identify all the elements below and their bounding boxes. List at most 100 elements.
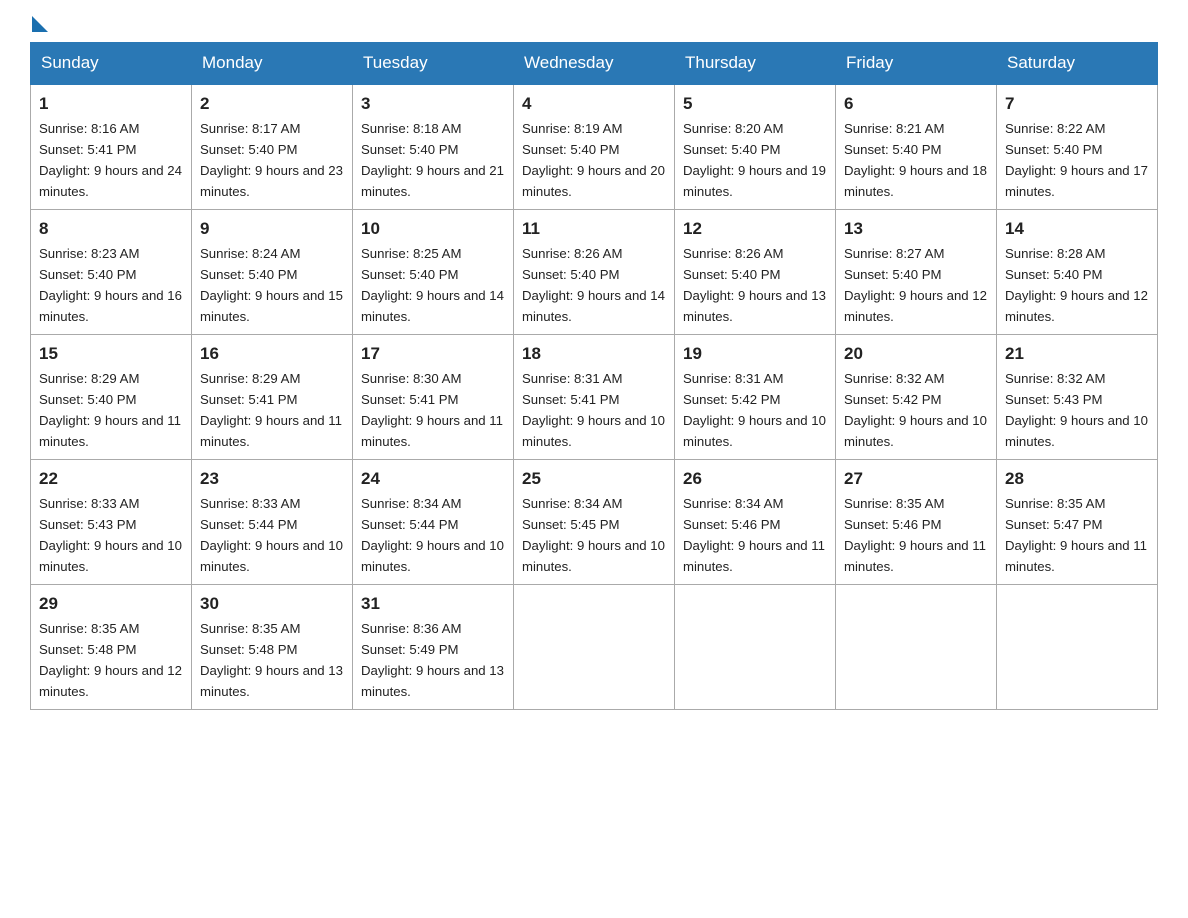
day-info: Sunrise: 8:33 AMSunset: 5:44 PMDaylight:… [200,496,343,574]
day-info: Sunrise: 8:32 AMSunset: 5:42 PMDaylight:… [844,371,987,449]
day-info: Sunrise: 8:19 AMSunset: 5:40 PMDaylight:… [522,121,665,199]
weekday-header-saturday: Saturday [997,43,1158,85]
day-info: Sunrise: 8:20 AMSunset: 5:40 PMDaylight:… [683,121,826,199]
day-number: 14 [1005,216,1149,242]
calendar-week-row-4: 22 Sunrise: 8:33 AMSunset: 5:43 PMDaylig… [31,460,1158,585]
calendar-cell: 27 Sunrise: 8:35 AMSunset: 5:46 PMDaylig… [836,460,997,585]
day-info: Sunrise: 8:35 AMSunset: 5:47 PMDaylight:… [1005,496,1147,574]
calendar-cell: 17 Sunrise: 8:30 AMSunset: 5:41 PMDaylig… [353,335,514,460]
calendar-week-row-2: 8 Sunrise: 8:23 AMSunset: 5:40 PMDayligh… [31,210,1158,335]
day-info: Sunrise: 8:34 AMSunset: 5:44 PMDaylight:… [361,496,504,574]
calendar-cell: 21 Sunrise: 8:32 AMSunset: 5:43 PMDaylig… [997,335,1158,460]
day-info: Sunrise: 8:16 AMSunset: 5:41 PMDaylight:… [39,121,182,199]
day-info: Sunrise: 8:34 AMSunset: 5:46 PMDaylight:… [683,496,825,574]
weekday-header-row: SundayMondayTuesdayWednesdayThursdayFrid… [31,43,1158,85]
calendar-cell: 20 Sunrise: 8:32 AMSunset: 5:42 PMDaylig… [836,335,997,460]
day-number: 29 [39,591,183,617]
calendar-cell: 14 Sunrise: 8:28 AMSunset: 5:40 PMDaylig… [997,210,1158,335]
calendar-cell: 29 Sunrise: 8:35 AMSunset: 5:48 PMDaylig… [31,585,192,710]
calendar-cell: 10 Sunrise: 8:25 AMSunset: 5:40 PMDaylig… [353,210,514,335]
day-number: 4 [522,91,666,117]
day-number: 6 [844,91,988,117]
day-number: 20 [844,341,988,367]
calendar-cell: 19 Sunrise: 8:31 AMSunset: 5:42 PMDaylig… [675,335,836,460]
calendar-cell: 16 Sunrise: 8:29 AMSunset: 5:41 PMDaylig… [192,335,353,460]
day-info: Sunrise: 8:29 AMSunset: 5:40 PMDaylight:… [39,371,181,449]
day-number: 27 [844,466,988,492]
calendar-week-row-5: 29 Sunrise: 8:35 AMSunset: 5:48 PMDaylig… [31,585,1158,710]
weekday-header-friday: Friday [836,43,997,85]
calendar-cell: 7 Sunrise: 8:22 AMSunset: 5:40 PMDayligh… [997,84,1158,210]
calendar-cell: 4 Sunrise: 8:19 AMSunset: 5:40 PMDayligh… [514,84,675,210]
calendar-cell: 8 Sunrise: 8:23 AMSunset: 5:40 PMDayligh… [31,210,192,335]
day-info: Sunrise: 8:28 AMSunset: 5:40 PMDaylight:… [1005,246,1148,324]
day-info: Sunrise: 8:23 AMSunset: 5:40 PMDaylight:… [39,246,182,324]
calendar-cell: 1 Sunrise: 8:16 AMSunset: 5:41 PMDayligh… [31,84,192,210]
day-number: 18 [522,341,666,367]
calendar-cell: 11 Sunrise: 8:26 AMSunset: 5:40 PMDaylig… [514,210,675,335]
day-number: 1 [39,91,183,117]
calendar-cell: 2 Sunrise: 8:17 AMSunset: 5:40 PMDayligh… [192,84,353,210]
day-info: Sunrise: 8:32 AMSunset: 5:43 PMDaylight:… [1005,371,1148,449]
calendar-cell: 25 Sunrise: 8:34 AMSunset: 5:45 PMDaylig… [514,460,675,585]
calendar-cell [836,585,997,710]
day-number: 31 [361,591,505,617]
calendar-cell [514,585,675,710]
day-number: 17 [361,341,505,367]
calendar-cell [675,585,836,710]
weekday-header-sunday: Sunday [31,43,192,85]
calendar-cell: 28 Sunrise: 8:35 AMSunset: 5:47 PMDaylig… [997,460,1158,585]
day-info: Sunrise: 8:26 AMSunset: 5:40 PMDaylight:… [683,246,826,324]
day-number: 30 [200,591,344,617]
logo [30,20,48,32]
weekday-header-wednesday: Wednesday [514,43,675,85]
day-number: 11 [522,216,666,242]
day-info: Sunrise: 8:35 AMSunset: 5:46 PMDaylight:… [844,496,986,574]
day-info: Sunrise: 8:22 AMSunset: 5:40 PMDaylight:… [1005,121,1148,199]
day-number: 15 [39,341,183,367]
day-info: Sunrise: 8:35 AMSunset: 5:48 PMDaylight:… [39,621,182,699]
day-number: 23 [200,466,344,492]
calendar-cell: 15 Sunrise: 8:29 AMSunset: 5:40 PMDaylig… [31,335,192,460]
calendar-cell: 3 Sunrise: 8:18 AMSunset: 5:40 PMDayligh… [353,84,514,210]
day-info: Sunrise: 8:25 AMSunset: 5:40 PMDaylight:… [361,246,504,324]
day-number: 10 [361,216,505,242]
day-info: Sunrise: 8:35 AMSunset: 5:48 PMDaylight:… [200,621,343,699]
day-number: 9 [200,216,344,242]
day-number: 5 [683,91,827,117]
calendar-cell: 24 Sunrise: 8:34 AMSunset: 5:44 PMDaylig… [353,460,514,585]
day-info: Sunrise: 8:33 AMSunset: 5:43 PMDaylight:… [39,496,182,574]
calendar-cell: 18 Sunrise: 8:31 AMSunset: 5:41 PMDaylig… [514,335,675,460]
day-info: Sunrise: 8:21 AMSunset: 5:40 PMDaylight:… [844,121,987,199]
day-number: 22 [39,466,183,492]
page-header [30,20,1158,32]
calendar-cell: 23 Sunrise: 8:33 AMSunset: 5:44 PMDaylig… [192,460,353,585]
day-number: 8 [39,216,183,242]
day-info: Sunrise: 8:30 AMSunset: 5:41 PMDaylight:… [361,371,503,449]
calendar-week-row-1: 1 Sunrise: 8:16 AMSunset: 5:41 PMDayligh… [31,84,1158,210]
day-info: Sunrise: 8:27 AMSunset: 5:40 PMDaylight:… [844,246,987,324]
day-number: 24 [361,466,505,492]
calendar-table: SundayMondayTuesdayWednesdayThursdayFrid… [30,42,1158,710]
day-info: Sunrise: 8:26 AMSunset: 5:40 PMDaylight:… [522,246,665,324]
weekday-header-thursday: Thursday [675,43,836,85]
day-info: Sunrise: 8:36 AMSunset: 5:49 PMDaylight:… [361,621,504,699]
calendar-cell: 9 Sunrise: 8:24 AMSunset: 5:40 PMDayligh… [192,210,353,335]
day-info: Sunrise: 8:34 AMSunset: 5:45 PMDaylight:… [522,496,665,574]
day-number: 26 [683,466,827,492]
day-number: 2 [200,91,344,117]
day-info: Sunrise: 8:17 AMSunset: 5:40 PMDaylight:… [200,121,343,199]
day-number: 21 [1005,341,1149,367]
weekday-header-tuesday: Tuesday [353,43,514,85]
calendar-cell: 5 Sunrise: 8:20 AMSunset: 5:40 PMDayligh… [675,84,836,210]
calendar-cell: 6 Sunrise: 8:21 AMSunset: 5:40 PMDayligh… [836,84,997,210]
day-info: Sunrise: 8:31 AMSunset: 5:42 PMDaylight:… [683,371,826,449]
day-number: 7 [1005,91,1149,117]
day-info: Sunrise: 8:29 AMSunset: 5:41 PMDaylight:… [200,371,342,449]
calendar-cell: 12 Sunrise: 8:26 AMSunset: 5:40 PMDaylig… [675,210,836,335]
calendar-cell [997,585,1158,710]
day-number: 28 [1005,466,1149,492]
weekday-header-monday: Monday [192,43,353,85]
calendar-cell: 13 Sunrise: 8:27 AMSunset: 5:40 PMDaylig… [836,210,997,335]
day-number: 12 [683,216,827,242]
